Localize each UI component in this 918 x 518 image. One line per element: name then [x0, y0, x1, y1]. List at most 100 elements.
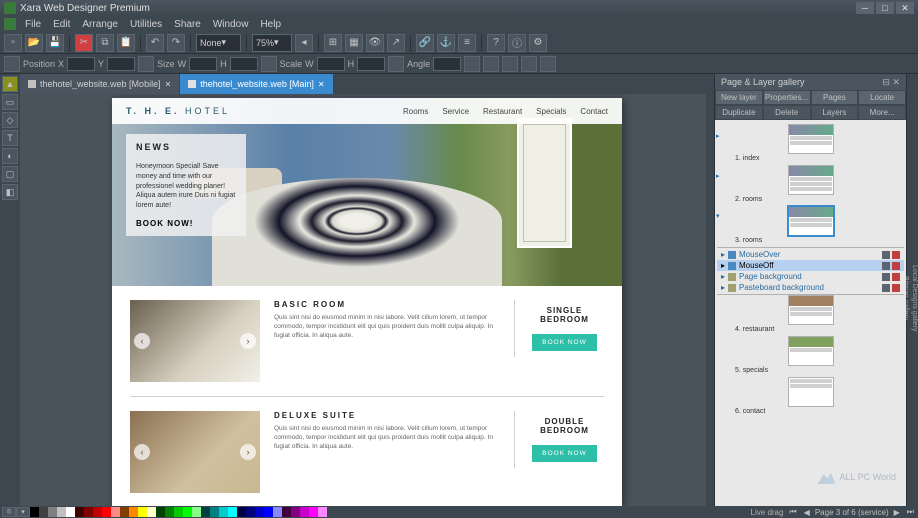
tab-mobile[interactable]: thehotel_website.web [Mobile] ✕ — [20, 74, 179, 94]
menu-help[interactable]: Help — [255, 18, 286, 31]
text-tool[interactable]: T — [2, 130, 18, 146]
page-thumb-item[interactable]: ▸ 1. index — [717, 124, 904, 162]
app-menu-icon[interactable] — [4, 18, 16, 30]
color-swatch[interactable] — [39, 507, 48, 517]
color-swatch[interactable] — [75, 507, 84, 517]
color-swatch[interactable] — [183, 507, 192, 517]
color-swatch[interactable] — [147, 507, 156, 517]
color-swatch[interactable] — [237, 507, 246, 517]
color-swatch[interactable] — [264, 507, 273, 517]
color-swatch[interactable] — [282, 507, 291, 517]
rectangle-tool[interactable]: ▢ — [2, 166, 18, 182]
navbar-button[interactable]: ≡ — [458, 34, 476, 52]
menu-file[interactable]: File — [20, 18, 46, 31]
info-button[interactable]: ⓘ — [508, 34, 526, 52]
lock-icon[interactable] — [892, 251, 900, 259]
locate-button[interactable]: Locate — [858, 90, 906, 105]
lock-icon[interactable] — [892, 262, 900, 270]
layer-row[interactable]: ▸Pasteboard background — [717, 282, 904, 293]
help-button[interactable]: ? — [487, 34, 505, 52]
first-page-button[interactable]: ⏮ — [787, 507, 798, 517]
page-thumb-item[interactable]: 5. specials — [717, 336, 904, 374]
more-button[interactable]: More... — [858, 105, 906, 120]
color-swatch[interactable] — [318, 507, 327, 517]
color-swatch[interactable] — [273, 507, 282, 517]
color-swatch[interactable] — [57, 507, 66, 517]
nav-rooms[interactable]: Rooms — [403, 107, 428, 116]
no-color-button[interactable]: ⦸ — [2, 507, 16, 517]
prev-page-button[interactable]: ◀ — [802, 508, 812, 517]
anchor-button[interactable]: ⚓ — [437, 34, 455, 52]
page-thumb-item[interactable]: 4. restaurant — [717, 295, 904, 333]
lock-icon[interactable] — [892, 273, 900, 281]
menu-share[interactable]: Share — [169, 18, 206, 31]
layers-button[interactable]: Layers — [811, 105, 859, 120]
menu-utilities[interactable]: Utilities — [125, 18, 167, 31]
color-swatch[interactable] — [291, 507, 300, 517]
page-thumb-item[interactable]: ▾ 3. rooms — [717, 206, 904, 244]
visibility-icon[interactable] — [882, 273, 890, 281]
tab-close-icon[interactable]: ✕ — [165, 80, 172, 89]
paste-button[interactable]: 📋 — [117, 34, 135, 52]
color-swatch[interactable] — [192, 507, 201, 517]
properties-button[interactable]: Properties... — [763, 90, 811, 105]
color-swatch[interactable] — [66, 507, 75, 517]
nav-restaurant[interactable]: Restaurant — [483, 107, 522, 116]
h-input[interactable] — [230, 57, 258, 71]
carousel-next-icon[interactable]: › — [240, 444, 256, 460]
menu-arrange[interactable]: Arrange — [77, 18, 123, 31]
carousel-prev-icon[interactable]: ‹ — [134, 333, 150, 349]
selector-icon[interactable] — [4, 56, 20, 72]
tab-main[interactable]: thehotel_website.web [Main] ✕ — [180, 74, 332, 94]
grid-button[interactable]: ▦ — [345, 34, 363, 52]
visibility-icon[interactable] — [882, 284, 890, 292]
color-swatch[interactable] — [129, 507, 138, 517]
layer-row[interactable]: ▸Page background — [717, 271, 904, 282]
lock-icon[interactable] — [892, 284, 900, 292]
nav-service[interactable]: Service — [442, 107, 469, 116]
tag-button[interactable] — [540, 56, 556, 72]
snap-button[interactable]: ⊞ — [324, 34, 342, 52]
color-picker-button[interactable]: ▾ — [16, 507, 30, 517]
close-button[interactable]: ✕ — [896, 2, 914, 14]
carousel-prev-icon[interactable]: ‹ — [134, 444, 150, 460]
color-swatch[interactable] — [246, 507, 255, 517]
export-button[interactable]: ↗ — [387, 34, 405, 52]
menu-edit[interactable]: Edit — [48, 18, 75, 31]
book-now-button[interactable]: BOOK NOW — [532, 445, 596, 462]
page-thumb-item[interactable]: 6. contact — [717, 377, 904, 415]
pages-button[interactable]: Pages — [811, 90, 859, 105]
color-swatch[interactable] — [300, 507, 309, 517]
lock-size-icon[interactable] — [261, 56, 277, 72]
delete-button[interactable]: Delete — [763, 105, 811, 120]
color-swatch[interactable] — [48, 507, 57, 517]
copy-button[interactable]: ⧉ — [96, 34, 114, 52]
visibility-icon[interactable] — [882, 262, 890, 270]
link-button[interactable]: 🔗 — [416, 34, 434, 52]
shape-tool[interactable]: ◇ — [2, 112, 18, 128]
carousel-next-icon[interactable]: › — [240, 333, 256, 349]
color-swatch[interactable] — [219, 507, 228, 517]
w-input[interactable] — [189, 57, 217, 71]
color-swatch[interactable] — [156, 507, 165, 517]
tab-close-icon[interactable]: ✕ — [318, 80, 325, 89]
color-swatch[interactable] — [309, 507, 318, 517]
menu-window[interactable]: Window — [208, 18, 254, 31]
angle-input[interactable] — [433, 57, 461, 71]
page-thumb-item[interactable]: ▸ 2. rooms — [717, 165, 904, 203]
hscale-input[interactable] — [357, 57, 385, 71]
preview-button[interactable]: 👁 — [366, 34, 384, 52]
layer-row[interactable]: ▸MouseOff — [717, 260, 904, 271]
color-swatch[interactable] — [255, 507, 264, 517]
color-swatch[interactable] — [30, 507, 39, 517]
lock-aspect-icon[interactable] — [388, 56, 404, 72]
color-swatch[interactable] — [228, 507, 237, 517]
nav-specials[interactable]: Specials — [536, 107, 566, 116]
options-button[interactable]: ⚙ — [529, 34, 547, 52]
cut-button[interactable]: ✂ — [75, 34, 93, 52]
live-drag-toggle[interactable]: Live drag — [747, 508, 788, 517]
color-swatch[interactable] — [84, 507, 93, 517]
color-swatch[interactable] — [138, 507, 147, 517]
color-swatch[interactable] — [210, 507, 219, 517]
visibility-icon[interactable] — [882, 251, 890, 259]
